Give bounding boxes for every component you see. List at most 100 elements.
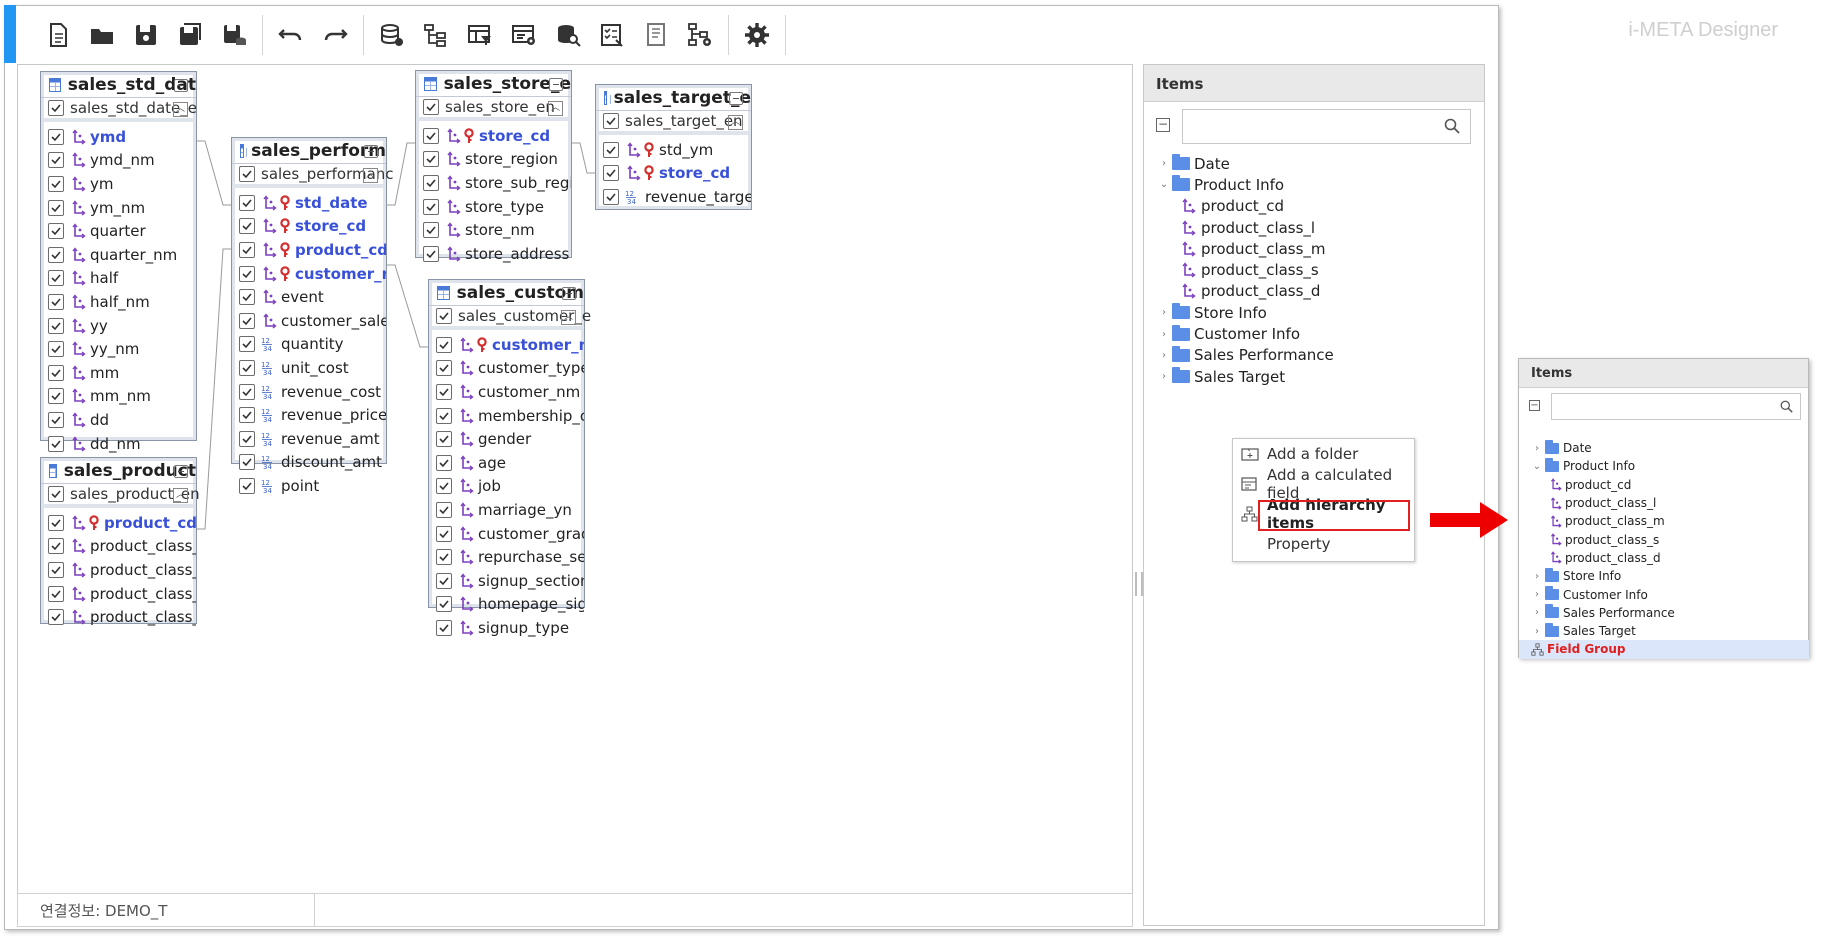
field-checkbox[interactable] [48, 246, 64, 263]
field-row[interactable]: customer_type [436, 357, 584, 381]
field-row[interactable]: quarter_nm [48, 243, 196, 267]
field-row[interactable]: 12 34 quantity [239, 333, 386, 357]
entity-header[interactable]: sales_perform [232, 138, 386, 164]
tree-folder[interactable]: › Sales Performance [1531, 604, 1809, 622]
field-checkbox[interactable] [48, 175, 64, 192]
select-all-checkbox[interactable] [423, 99, 439, 115]
entity-header[interactable]: sales_store_e [416, 71, 571, 97]
field-row[interactable]: half [48, 267, 196, 291]
entity-table[interactable]: sales_perform sales_performanc ︿ std_date st… [231, 137, 394, 495]
field-row[interactable]: store_sub_region [423, 171, 571, 195]
field-row[interactable]: ym_nm [48, 196, 196, 220]
minimize-icon[interactable] [562, 287, 576, 300]
table-settings-button[interactable] [506, 17, 542, 53]
field-checkbox[interactable] [239, 312, 255, 329]
tree-item[interactable]: product_cd [1158, 196, 1334, 217]
redo-button[interactable] [317, 17, 353, 53]
entity-table[interactable]: sales_customsales_customer_e︿customer_no… [428, 279, 591, 637]
chevron-up-icon[interactable]: ︿ [548, 101, 563, 116]
field-checkbox[interactable] [239, 241, 255, 258]
field-row[interactable]: repurchase_sectio [436, 545, 584, 569]
field-checkbox[interactable] [48, 411, 64, 428]
field-checkbox[interactable] [423, 174, 439, 191]
tree-item[interactable]: product_class_l [1531, 494, 1809, 512]
select-all-checkbox[interactable] [436, 308, 452, 324]
context-menu-item[interactable]: Add a calculated field [1233, 466, 1414, 502]
field-row[interactable]: 12 34 revenue_cost [239, 380, 386, 404]
field-row[interactable]: customer_grade [436, 522, 584, 546]
entity-header[interactable]: sales_std_dat [41, 72, 196, 98]
chevron-up-icon[interactable]: ︿ [173, 102, 188, 117]
db-connect-button[interactable] [374, 17, 410, 53]
field-row[interactable]: std_ym [603, 138, 751, 162]
minimize-icon[interactable] [174, 79, 188, 92]
tree-folder[interactable]: › Customer Info [1158, 323, 1334, 344]
field-checkbox[interactable] [239, 265, 255, 282]
field-checkbox[interactable] [239, 430, 255, 447]
field-checkbox[interactable] [48, 561, 64, 578]
field-checkbox[interactable] [48, 435, 64, 452]
field-row[interactable]: ym [48, 172, 196, 196]
entity-table[interactable]: sales_product sales_product_en ︿ product_cd… [40, 457, 200, 626]
entity-table[interactable]: sales_target_e sales_target_en ︿ std_ym stor… [595, 84, 752, 210]
field-row[interactable]: product_class_s [48, 582, 196, 606]
field-checkbox[interactable] [436, 454, 452, 471]
chevron-up-icon[interactable]: ︿ [561, 310, 576, 325]
items-search-input[interactable] [1182, 109, 1471, 144]
field-row[interactable]: customer_no [436, 333, 584, 357]
field-row[interactable]: membership_card [436, 404, 584, 428]
field-checkbox[interactable] [48, 538, 64, 555]
field-checkbox[interactable] [239, 454, 255, 471]
field-row[interactable]: ymd_nm [48, 149, 196, 173]
field-checkbox[interactable] [239, 218, 255, 235]
new-file-button[interactable] [40, 17, 76, 53]
chevron-right-icon[interactable]: › [1158, 307, 1170, 318]
search-icon[interactable] [1444, 118, 1460, 134]
entity-header[interactable]: sales_custom [429, 280, 584, 306]
result-search-input[interactable] [1551, 393, 1801, 420]
field-row[interactable]: store_cd [239, 215, 386, 239]
field-checkbox[interactable] [48, 514, 64, 531]
entity-header[interactable]: sales_target_e [596, 85, 751, 111]
field-row[interactable]: customer_sales_ti [239, 309, 386, 333]
field-checkbox[interactable] [436, 383, 452, 400]
field-checkbox[interactable] [436, 336, 452, 353]
field-checkbox[interactable] [48, 128, 64, 145]
chevron-right-icon[interactable]: › [1158, 350, 1170, 361]
checklist-button[interactable] [594, 17, 630, 53]
field-checkbox[interactable] [436, 407, 452, 424]
field-checkbox[interactable] [436, 525, 452, 542]
entity-header[interactable]: sales_product [41, 458, 196, 484]
field-row[interactable]: mm [48, 361, 196, 385]
field-checkbox[interactable] [423, 127, 439, 144]
field-row[interactable]: store_type [423, 195, 571, 219]
field-row[interactable]: ymd [48, 125, 196, 149]
tree-folder[interactable]: › Sales Target [1531, 622, 1809, 640]
tree-item[interactable]: product_class_s [1158, 259, 1334, 280]
diagram-canvas[interactable]: sales_std_dat sales_std_date_e ︿ ymd ymd_nm y… [17, 64, 1133, 926]
field-row[interactable]: yy [48, 314, 196, 338]
field-checkbox[interactable] [48, 293, 64, 310]
save-button[interactable] [128, 17, 164, 53]
field-row[interactable]: std_date [239, 191, 386, 215]
field-row[interactable]: customer_nm [436, 380, 584, 404]
field-row[interactable]: age [436, 451, 584, 475]
chevron-up-icon[interactable]: ︿ [728, 115, 743, 130]
field-checkbox[interactable] [48, 270, 64, 287]
field-row[interactable]: mm_nm [48, 385, 196, 409]
chevron-right-icon[interactable]: › [1158, 371, 1170, 382]
field-checkbox[interactable] [48, 199, 64, 216]
field-row[interactable]: signup_section [436, 569, 584, 593]
field-checkbox[interactable] [239, 383, 255, 400]
tree-folder[interactable]: › Date [1531, 439, 1809, 457]
field-checkbox[interactable] [603, 141, 619, 158]
field-checkbox[interactable] [423, 222, 439, 239]
field-checkbox[interactable] [48, 609, 64, 626]
field-row[interactable]: signup_type [436, 616, 584, 640]
field-checkbox[interactable] [423, 151, 439, 168]
field-checkbox[interactable] [603, 188, 619, 205]
field-checkbox[interactable] [436, 572, 452, 589]
tree-item[interactable]: product_class_m [1158, 238, 1334, 259]
field-row[interactable]: 12 34 revenue_target [603, 185, 751, 209]
field-checkbox[interactable] [436, 360, 452, 377]
